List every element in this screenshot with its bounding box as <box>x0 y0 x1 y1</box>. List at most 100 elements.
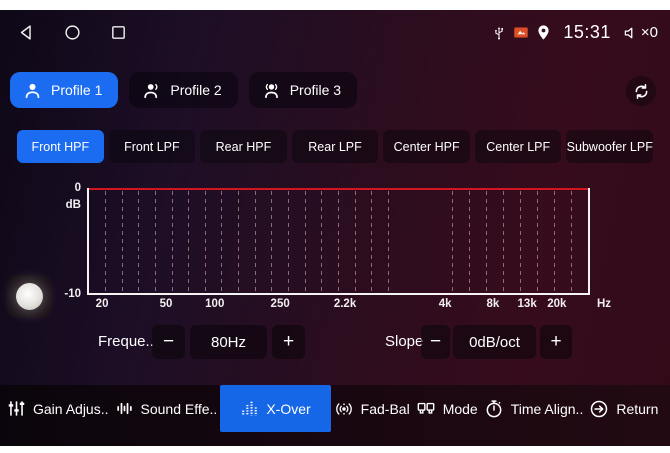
chart-gridline <box>188 191 189 293</box>
response-curve <box>89 188 588 190</box>
slope-minus-button[interactable]: − <box>421 325 450 359</box>
nav-item-label: Mode <box>443 401 478 417</box>
x-tick-20k: 20k <box>547 298 566 310</box>
chart-gridline <box>205 191 206 293</box>
chart-gridline <box>138 191 139 293</box>
usb-icon <box>491 25 507 41</box>
profile-tab-2[interactable]: Profile 2 <box>129 72 237 108</box>
profile-tabs: Profile 1 Profile 2 Profile 3 <box>10 72 357 108</box>
chart-gridline <box>554 191 555 293</box>
chart-gridline <box>221 191 222 293</box>
chart-plot-area <box>87 188 590 295</box>
person-3-icon <box>262 81 281 100</box>
nav-item-sound-effe[interactable]: Sound Effe.. <box>112 385 221 432</box>
home-icon[interactable] <box>64 24 81 41</box>
recents-icon[interactable] <box>110 24 127 41</box>
refresh-icon <box>632 82 651 101</box>
nav-item-return[interactable]: Return <box>586 385 661 432</box>
filter-tab-front-lpf[interactable]: Front LPF <box>109 130 196 163</box>
chart-gridline <box>105 191 106 293</box>
sound-effect-icon <box>115 399 134 418</box>
frequency-label: Freque.. <box>98 325 154 359</box>
bottom-nav-bar: Gain Adjus.. Sound Effe.. X-Over Fad-Bal Mod… <box>0 385 670 446</box>
crossover-filter-tabs: Front HPFFront LPFRear HPFRear LPFCenter… <box>17 130 653 163</box>
back-icon[interactable] <box>18 24 35 41</box>
nav-item-label: X-Over <box>266 401 310 417</box>
x-tick-100: 100 <box>205 298 224 310</box>
chart-gridline <box>571 191 572 293</box>
return-icon <box>589 399 609 419</box>
nav-item-gain-adjus[interactable]: Gain Adjus.. <box>4 385 112 432</box>
x-axis-unit: Hz <box>597 298 611 310</box>
location-icon <box>535 24 552 41</box>
crossover-eq-icon <box>240 399 259 418</box>
frequency-minus-button[interactable]: − <box>152 325 185 359</box>
status-indicators: 15:31 ×0 <box>491 10 658 55</box>
nav-item-fad-bal[interactable]: Fad-Bal <box>331 385 413 432</box>
filter-tab-center-lpf[interactable]: Center LPF <box>475 130 562 163</box>
chart-gridline <box>520 191 521 293</box>
nav-item-mode[interactable]: Mode <box>413 385 481 432</box>
chart-gridline <box>486 191 487 293</box>
x-tick-250: 250 <box>271 298 290 310</box>
rotary-knob[interactable] <box>7 275 52 318</box>
chart-gridline <box>238 191 239 293</box>
nav-item-label: Fad-Bal <box>361 401 410 417</box>
chart-gridline <box>255 191 256 293</box>
nav-item-label: Gain Adjus.. <box>33 401 109 417</box>
filter-tab-subwoofer-lpf[interactable]: Subwoofer LPF <box>566 130 653 163</box>
chart-gridline <box>321 191 322 293</box>
sd-card-icon <box>514 27 528 38</box>
profile-tab-1[interactable]: Profile 1 <box>10 72 118 108</box>
volume-muted-icon <box>622 24 640 42</box>
chart-gridline <box>305 191 306 293</box>
chart-gridline <box>288 191 289 293</box>
volume-indicator: ×0 <box>622 24 658 42</box>
profile-tab-3[interactable]: Profile 3 <box>249 72 357 108</box>
chart-gridline <box>503 191 504 293</box>
slope-label: Slope <box>385 325 423 359</box>
filter-tab-rear-lpf[interactable]: Rear LPF <box>292 130 379 163</box>
x-tick-8k: 8k <box>487 298 500 310</box>
nav-item-x-over[interactable]: X-Over <box>220 385 330 432</box>
filter-tab-center-hpf[interactable]: Center HPF <box>383 130 470 163</box>
chart-gridline <box>452 191 453 293</box>
frequency-plus-button[interactable]: + <box>272 325 305 359</box>
head-unit-screen: 15:31 ×0 Profile 1 Profile 2 Profile 3 Fro… <box>0 10 670 446</box>
chart-gridline <box>469 191 470 293</box>
person-icon <box>23 81 42 100</box>
chart-gridline <box>172 191 173 293</box>
mode-icon <box>416 399 436 419</box>
status-bar: 15:31 ×0 <box>0 10 670 55</box>
nav-item-label: Sound Effe.. <box>141 401 218 417</box>
knob-handle[interactable] <box>16 283 43 310</box>
y-axis-unit: dB <box>41 199 81 211</box>
profile-tab-label: Profile 3 <box>290 82 341 98</box>
x-tick-50: 50 <box>160 298 173 310</box>
profile-tab-label: Profile 1 <box>51 82 102 98</box>
chart-gridline <box>155 191 156 293</box>
volume-level: ×0 <box>641 24 658 41</box>
person-2-icon <box>142 81 161 100</box>
nav-item-label: Return <box>616 401 658 417</box>
x-tick-2.2k: 2.2k <box>334 298 356 310</box>
profile-tab-label: Profile 2 <box>170 82 221 98</box>
chart-gridline <box>537 191 538 293</box>
filter-tab-front-hpf[interactable]: Front HPF <box>17 130 104 163</box>
reset-refresh-button[interactable] <box>626 76 656 106</box>
slope-plus-button[interactable]: + <box>540 325 572 359</box>
chart-gridline <box>355 191 356 293</box>
slope-value: 0dB/oct <box>453 325 536 359</box>
chart-gridline <box>271 191 272 293</box>
chart-gridline <box>371 191 372 293</box>
nav-item-time-align[interactable]: Time Align.. <box>481 385 587 432</box>
clock: 15:31 <box>563 22 611 43</box>
nav-item-label: Time Align.. <box>511 401 584 417</box>
filter-tab-rear-hpf[interactable]: Rear HPF <box>200 130 287 163</box>
fader-balance-icon <box>334 399 354 419</box>
gain-sliders-icon <box>7 399 26 418</box>
chart-gridline <box>338 191 339 293</box>
x-tick-4k: 4k <box>439 298 452 310</box>
y-tick-0: 0 <box>41 182 81 194</box>
android-nav-keys <box>18 10 127 55</box>
